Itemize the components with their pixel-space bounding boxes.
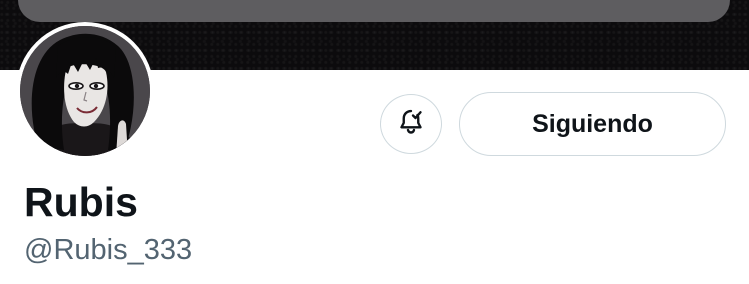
avatar-frame[interactable] [16,22,154,160]
following-button-label: Siguiendo [532,109,653,138]
profile-header: Siguiendo Rubis @Rubis_333 [0,0,749,284]
avatar[interactable] [20,26,150,156]
bell-check-icon [396,107,426,142]
avatar-image [20,26,150,156]
notifications-button[interactable] [380,94,442,154]
profile-display-name: Rubis [24,179,138,225]
following-button[interactable]: Siguiendo [459,92,726,156]
banner-overlay-bar [18,0,730,22]
profile-handle: @Rubis_333 [24,234,193,266]
